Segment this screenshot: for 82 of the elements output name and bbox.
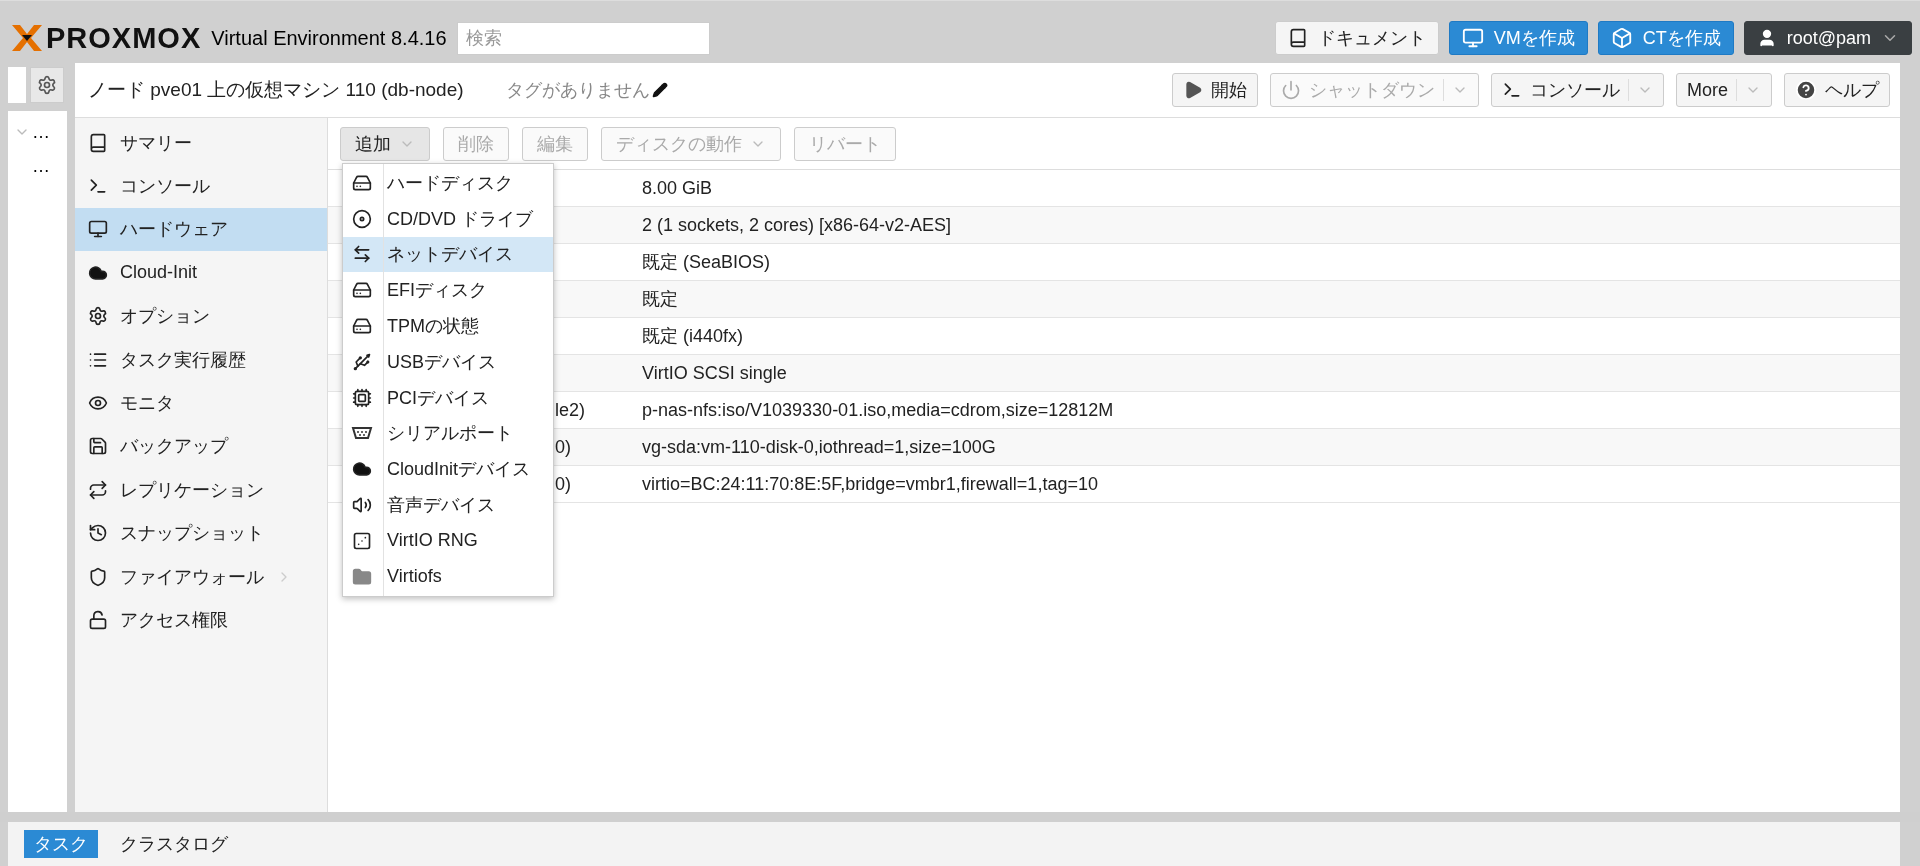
nav-item[interactable]: オプション — [75, 294, 327, 338]
logo-text: PROXMOX — [46, 21, 202, 55]
nav-item[interactable]: ハードウェア — [75, 207, 327, 252]
logo-mark-icon — [10, 23, 44, 53]
toolbar-button[interactable]: More — [1676, 73, 1772, 107]
menu-item[interactable]: 音声デバイス — [343, 487, 553, 523]
settings-button[interactable] — [30, 67, 64, 103]
table-cell-text: 既定 (i440fx) — [642, 325, 744, 348]
tree-item[interactable]: … — [32, 121, 50, 143]
arrows-icon — [352, 244, 372, 265]
monitor-icon — [1461, 27, 1484, 49]
unlocked-padlock-icon — [88, 610, 108, 630]
nav-item[interactable]: スナップショット — [75, 511, 327, 555]
tab[interactable]: タスク — [24, 830, 98, 858]
usb-icon — [352, 351, 372, 372]
pencil-icon — [651, 82, 668, 98]
table-cell-text: 既定 — [642, 288, 678, 311]
blank-panel — [8, 67, 26, 103]
menu-item[interactable]: ハードディスク — [343, 165, 553, 201]
menu-item[interactable]: USBデバイス — [343, 344, 553, 380]
hard-drive-icon — [352, 280, 372, 301]
speaker-icon — [352, 495, 372, 516]
shield-icon — [88, 566, 108, 587]
header-button[interactable]: VMを作成 — [1448, 21, 1588, 55]
table-cell-text: 既定 (SeaBIOS) — [642, 251, 771, 274]
history-icon — [88, 523, 108, 544]
nav-item[interactable]: コンソール — [75, 164, 327, 208]
serial-port-icon — [351, 426, 373, 441]
menu-item[interactable]: Virtiofs — [343, 558, 553, 595]
nav-item[interactable]: サマリー — [75, 121, 327, 165]
table-cell: 0) — [555, 473, 571, 495]
dice-icon — [352, 530, 372, 551]
page-title: ノード pve01 上の仮想マシン 110 (db-node) — [88, 78, 464, 102]
menu-item[interactable]: EFIディスク — [343, 272, 553, 309]
table-cell: 2 (1 sockets, 2 cores) [x86-64-v2-AES] — [642, 214, 952, 236]
nav-item[interactable]: バックアップ — [75, 424, 327, 469]
table-cell: virtio=BC:24:11:70:8E:5F,bridge=vmbr1,firewall=1,tag=10 — [642, 473, 1098, 495]
gear-icon — [37, 75, 57, 95]
tree-item[interactable]: … — [32, 155, 50, 177]
tab[interactable]: クラスタログ — [110, 830, 238, 858]
product-name: Virtual Environment 8.4.16 — [211, 26, 447, 50]
table-cell: vg-sda:vm-110-disk-0,iothread=1,size=100G — [642, 436, 996, 458]
monitor-icon — [88, 219, 108, 240]
user-menu-button[interactable]: root@pam — [1743, 21, 1912, 55]
menu-item[interactable]: TPMの状態 — [343, 308, 553, 344]
power-icon — [1281, 80, 1301, 100]
terminal-icon — [1502, 80, 1522, 100]
table-cell: 8.00 GiB — [642, 177, 713, 199]
menu-item[interactable]: PCIデバイス — [343, 379, 553, 416]
toolbar-button[interactable]: ヘルプ — [1784, 73, 1890, 107]
menu-item[interactable]: VirtIO RNG — [343, 522, 553, 559]
repeat-icon — [88, 479, 108, 500]
help-icon — [1795, 79, 1817, 101]
cube-icon — [1610, 27, 1633, 49]
chip-icon — [352, 387, 372, 408]
disc-icon — [352, 208, 372, 229]
table-cell: 0) — [555, 436, 571, 458]
table-cell: VirtIO SCSI single — [642, 362, 787, 384]
gear-icon — [88, 306, 108, 327]
nav-item[interactable]: ファイアウォール — [75, 554, 327, 599]
play-icon — [1183, 80, 1203, 100]
toolbar-button[interactable]: 追加 — [340, 126, 430, 161]
header-button[interactable]: CTを作成 — [1597, 21, 1734, 55]
folder-icon — [352, 566, 372, 587]
nav-item[interactable]: アクセス権限 — [75, 598, 327, 642]
search-field[interactable]: 検索 — [456, 21, 710, 55]
menu-item[interactable]: CD/DVD ドライブ — [343, 200, 553, 237]
toolbar-button[interactable]: コンソール — [1491, 73, 1664, 107]
nav-item[interactable]: モニタ — [75, 381, 327, 425]
tags-label[interactable]: タグがありません — [505, 78, 668, 102]
header-button[interactable]: ドキュメント — [1274, 21, 1439, 55]
nav-item[interactable]: レプリケーション — [75, 468, 327, 512]
book-icon — [88, 132, 108, 153]
table-cell: p-nas-nfs:iso/V1039330-01.iso,media=cdrom,size=12812M — [642, 399, 1114, 421]
hard-drive-icon — [352, 316, 372, 337]
nav-item[interactable]: タスク実行履歴 — [75, 337, 327, 382]
nav-item[interactable]: Cloud-Init — [75, 251, 327, 295]
table-cell: le2) — [555, 399, 585, 421]
menu-item[interactable]: ネットデバイス — [343, 236, 553, 273]
menu-item[interactable]: CloudInitデバイス — [343, 451, 553, 488]
toolbar-button[interactable]: 開始 — [1172, 73, 1258, 107]
menu-item[interactable]: シリアルポート — [343, 415, 553, 452]
